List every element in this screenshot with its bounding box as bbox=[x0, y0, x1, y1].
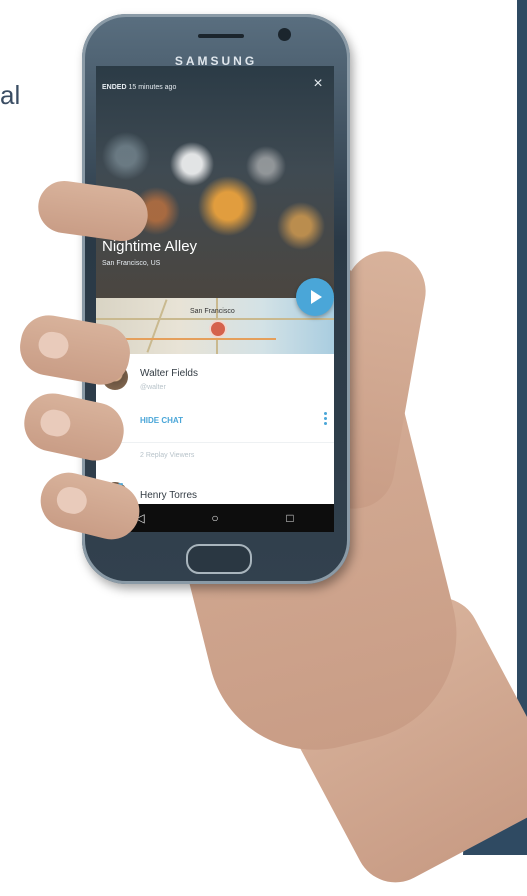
replay-viewers-count: 2 Replay Viewers bbox=[140, 452, 195, 459]
background-text: al bbox=[0, 80, 21, 110]
more-vertical-icon[interactable] bbox=[324, 412, 328, 427]
ended-label: ENDED bbox=[102, 84, 127, 91]
stream-location: San Francisco, US bbox=[102, 260, 161, 267]
play-icon bbox=[311, 290, 322, 304]
map-pin-icon bbox=[209, 320, 227, 338]
physical-home-button[interactable] bbox=[186, 544, 252, 574]
viewer-handle: @walter bbox=[140, 384, 166, 391]
more-dot bbox=[324, 422, 327, 425]
home-circle-icon[interactable]: ○ bbox=[207, 510, 223, 526]
map-road bbox=[146, 299, 168, 353]
chat-divider bbox=[96, 442, 334, 443]
viewer-name: Henry Torres bbox=[140, 490, 198, 501]
stream-status: ENDED 15 minutes ago bbox=[102, 84, 176, 91]
play-button[interactable] bbox=[296, 278, 334, 316]
video-thumbnail[interactable]: ENDED 15 minutes ago × Nightime Alley Sa… bbox=[96, 66, 334, 298]
fingernail bbox=[54, 484, 90, 517]
phone-camera bbox=[278, 28, 291, 41]
more-dot bbox=[324, 417, 327, 420]
fingernail bbox=[36, 329, 71, 361]
chat-panel: Walter Fields @walter HIDE CHAT 2 Replay… bbox=[96, 354, 334, 508]
recent-apps-square-icon[interactable]: □ bbox=[282, 510, 298, 526]
fingernail bbox=[38, 407, 73, 439]
phone-screen: ENDED 15 minutes ago × Nightime Alley Sa… bbox=[96, 66, 334, 532]
close-icon[interactable]: × bbox=[310, 76, 326, 92]
viewer-name: Walter Fields bbox=[140, 368, 198, 379]
ended-time: 15 minutes ago bbox=[128, 84, 177, 91]
map-city-label: San Francisco bbox=[190, 308, 235, 315]
phone-speaker bbox=[198, 34, 244, 38]
hide-chat-button[interactable]: HIDE CHAT bbox=[140, 416, 183, 425]
more-dot bbox=[324, 412, 327, 415]
